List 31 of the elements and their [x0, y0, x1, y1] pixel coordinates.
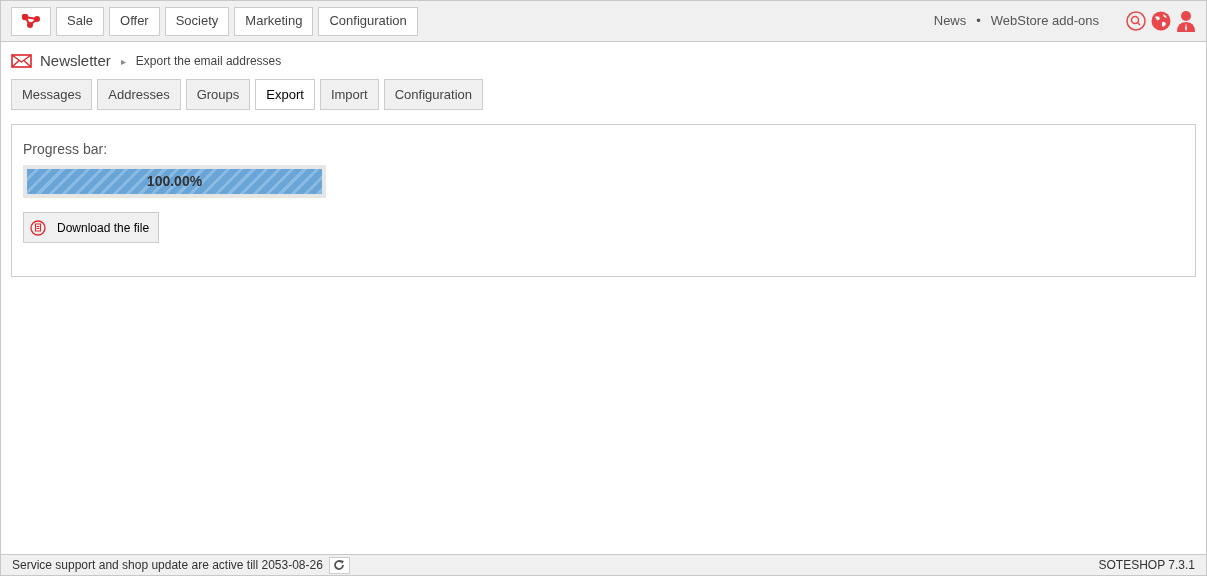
top-link[interactable]: News [933, 11, 967, 31]
refresh-icon [333, 559, 346, 571]
logo-icon [22, 14, 40, 28]
user-icon[interactable] [1176, 10, 1196, 32]
breadcrumb-arrow: ▸ [120, 54, 126, 69]
top-link[interactable]: WebStore add-ons [990, 11, 1099, 31]
document-icon [30, 219, 46, 236]
menu-button[interactable]: Configuration [318, 6, 418, 36]
menu-button[interactable]: Society [164, 6, 230, 36]
globe-icon[interactable] [1151, 11, 1171, 31]
search-icon[interactable] [1126, 11, 1146, 31]
logo-button[interactable] [11, 6, 51, 36]
tab[interactable]: Groups [185, 79, 251, 110]
envelope-icon [11, 54, 32, 68]
tab[interactable]: Messages [11, 79, 93, 110]
tab[interactable]: Addresses [97, 79, 181, 110]
tab[interactable]: Import [319, 79, 379, 110]
download-button[interactable]: Download the file [23, 212, 160, 243]
refresh-button[interactable] [328, 556, 350, 574]
progress-label: Progress bar: [23, 140, 109, 159]
menu-button[interactable]: Marketing [234, 6, 314, 36]
tab[interactable]: Configuration [383, 79, 484, 110]
menu-button[interactable]: Sale [56, 6, 105, 36]
version-text: SOTESHOP 7.3.1 [1098, 557, 1195, 574]
status-text: Service support and shop update are active till 2053-08-26 [12, 557, 323, 574]
tab[interactable]: Export [255, 79, 315, 110]
menu-button[interactable]: Offer [109, 6, 160, 36]
page-title: Export the email addresses [135, 53, 282, 70]
separator-dot: • [976, 12, 981, 31]
progress-reading: 100.00% [146, 172, 203, 191]
section-title[interactable]: Newsletter [40, 49, 111, 73]
